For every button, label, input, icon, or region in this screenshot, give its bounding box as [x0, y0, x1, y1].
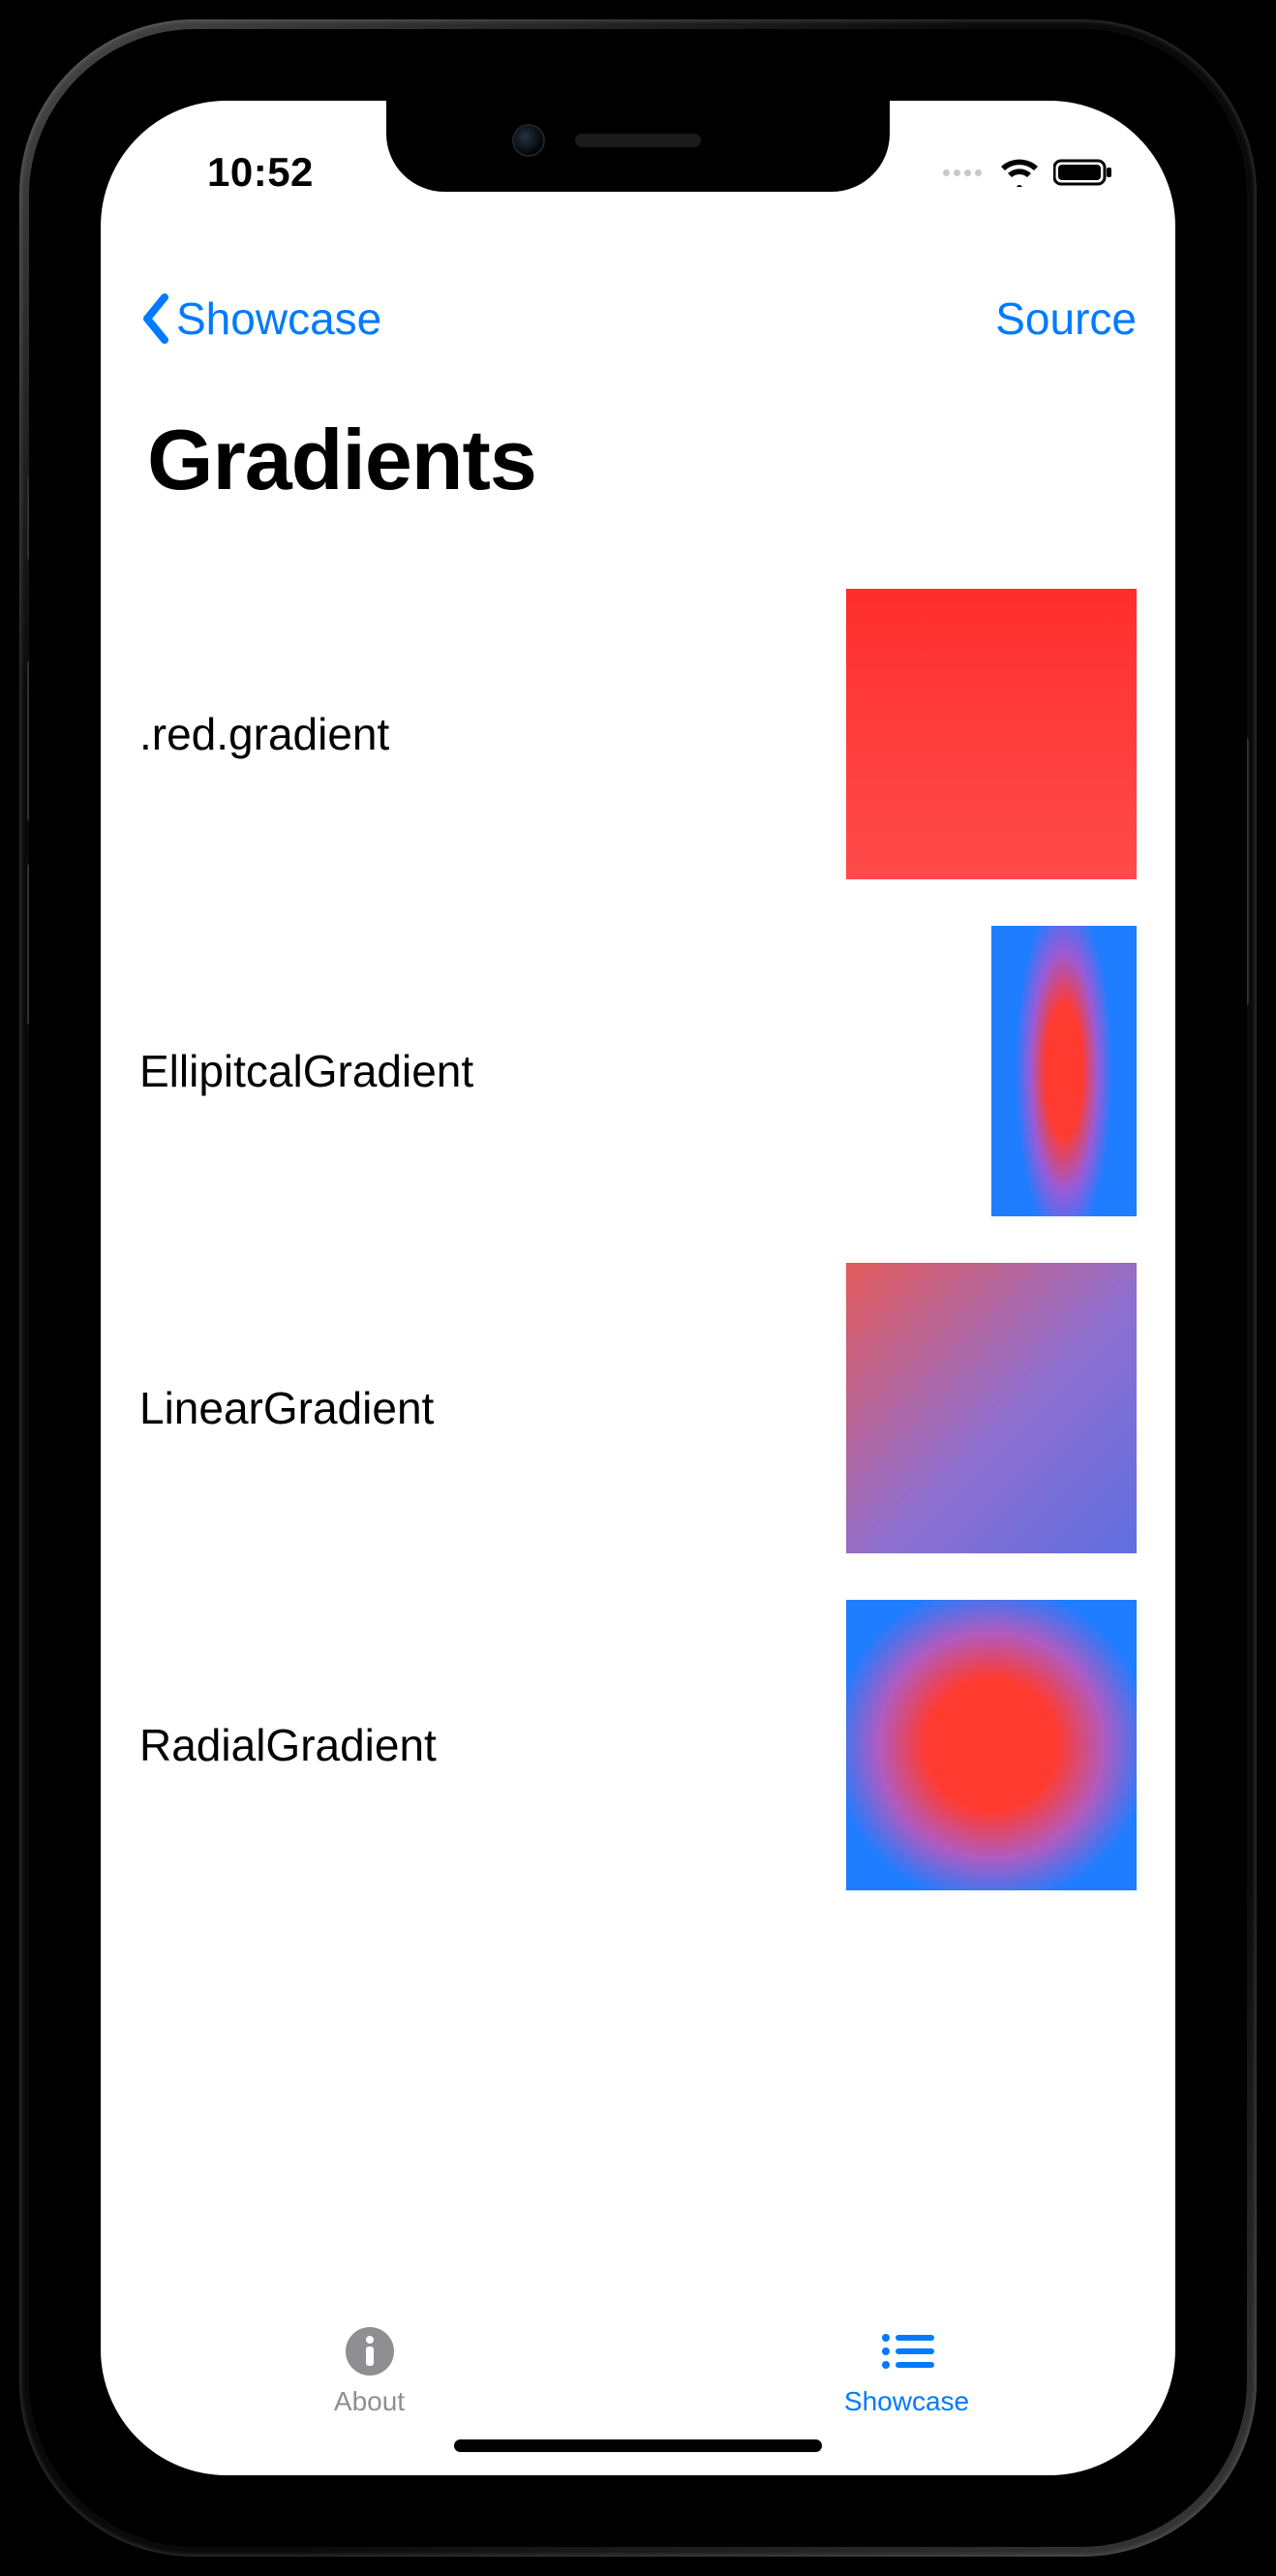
status-icons: [943, 158, 1121, 187]
row-label-red: .red.gradient: [139, 708, 389, 760]
source-label: Source: [995, 293, 1137, 344]
cellular-dots-icon: [943, 169, 982, 176]
page-title: Gradients: [147, 411, 536, 509]
info-circle-icon: [341, 2322, 399, 2380]
list-item[interactable]: RadialGradient: [139, 1577, 1137, 1914]
back-label: Showcase: [176, 292, 381, 345]
row-label-radial: RadialGradient: [139, 1719, 437, 1771]
tab-about[interactable]: About: [101, 2262, 638, 2417]
battery-icon: [1053, 158, 1113, 187]
source-button[interactable]: Source: [995, 292, 1137, 345]
row-label-linear: LinearGradient: [139, 1382, 434, 1434]
tab-showcase[interactable]: Showcase: [638, 2262, 1175, 2417]
wifi-icon: [999, 158, 1040, 187]
back-button[interactable]: Showcase: [139, 292, 381, 345]
list-bullet-icon: [878, 2322, 936, 2380]
list-item[interactable]: LinearGradient: [139, 1240, 1137, 1577]
chevron-left-icon: [139, 293, 172, 344]
screen: 10:52: [101, 101, 1175, 2475]
speaker-grille: [575, 134, 701, 147]
gradient-list[interactable]: .red.gradient EllipitcalGradient LinearG…: [101, 566, 1175, 2243]
notch: [386, 101, 890, 192]
home-indicator[interactable]: [454, 2439, 822, 2452]
front-camera: [512, 124, 545, 157]
swatch-linear-gradient: [846, 1263, 1137, 1553]
status-time: 10:52: [155, 149, 314, 196]
row-label-elliptical: EllipitcalGradient: [139, 1045, 473, 1097]
list-item[interactable]: EllipitcalGradient: [139, 903, 1137, 1240]
tab-showcase-label: Showcase: [844, 2386, 969, 2417]
nav-bar: Showcase Source: [101, 265, 1175, 372]
phone-inner: 10:52: [29, 29, 1247, 2547]
tab-about-label: About: [334, 2386, 405, 2417]
swatch-elliptical-gradient: [991, 926, 1137, 1216]
phone-frame: 10:52: [19, 19, 1257, 2557]
swatch-red-gradient: [846, 589, 1137, 879]
bezel: 10:52: [52, 52, 1224, 2524]
stage: 10:52: [0, 0, 1276, 2576]
list-item[interactable]: .red.gradient: [139, 566, 1137, 903]
swatch-radial-gradient: [846, 1600, 1137, 1890]
